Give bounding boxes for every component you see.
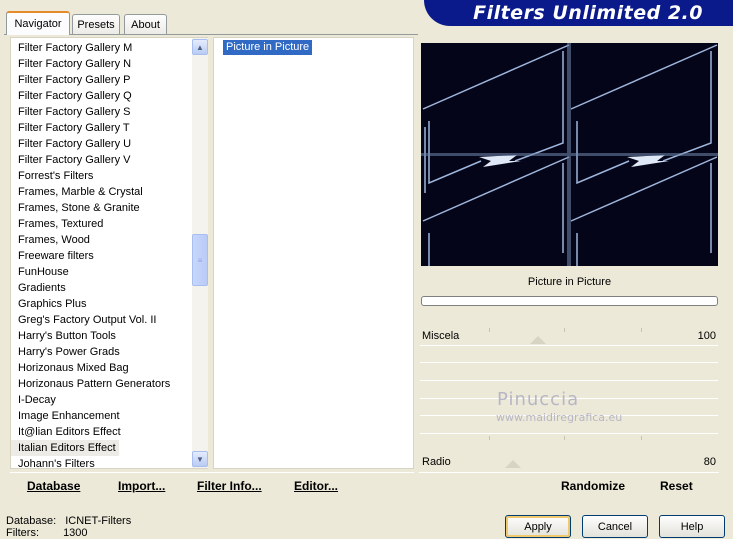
button-label: Database: [27, 479, 81, 493]
chevron-up-icon: ▲: [196, 42, 204, 52]
slider-track: [420, 345, 718, 346]
slider-value: 100: [697, 330, 716, 342]
list-item[interactable]: Harry's Button Tools: [11, 328, 191, 344]
list-item[interactable]: I-Decay: [11, 392, 191, 408]
filter-info-button[interactable]: Filter Info...: [197, 479, 262, 493]
slider-value: 80: [703, 456, 716, 468]
status-database: Database: ICNET-Filters: [6, 515, 131, 527]
list-item[interactable]: Italian Editors Effect: [11, 440, 119, 456]
slider-tick: [489, 436, 490, 440]
slider-knob-miscela[interactable]: [530, 336, 546, 344]
slider-miscela[interactable]: Miscela 100: [422, 328, 716, 344]
randomize-button[interactable]: Randomize: [561, 479, 625, 493]
button-label: Help: [680, 520, 704, 533]
button-label: Apply: [524, 520, 552, 533]
button-label: Editor...: [294, 479, 339, 493]
list-item[interactable]: Filter Factory Gallery T: [11, 120, 191, 136]
button-label: Filter Info...: [197, 479, 262, 493]
cancel-button[interactable]: Cancel: [582, 515, 648, 538]
tab-about[interactable]: About: [124, 14, 167, 34]
tab-presets[interactable]: Presets: [72, 14, 120, 34]
list-item[interactable]: Gradients: [11, 280, 191, 296]
list-item[interactable]: Frames, Textured: [11, 216, 191, 232]
list-item[interactable]: Frames, Stone & Granite: [11, 200, 191, 216]
import-button[interactable]: Import...: [118, 479, 165, 493]
help-button[interactable]: Help: [659, 515, 725, 538]
slider-radio[interactable]: Radio 80: [422, 454, 716, 470]
list-item[interactable]: Graphics Plus: [11, 296, 191, 312]
watermark-subtitle: www.maidiregrafica.eu: [496, 411, 623, 424]
preview-filter-name: Picture in Picture: [527, 276, 612, 288]
scroll-thumb[interactable]: ≡: [192, 234, 208, 286]
list-item[interactable]: Greg's Factory Output Vol. II: [11, 312, 191, 328]
apply-button[interactable]: Apply: [505, 515, 571, 538]
status-label: Filters:: [6, 527, 39, 539]
filter-list-panel: Picture in Picture: [213, 37, 414, 469]
status-value: ICNET-Filters: [65, 515, 132, 527]
list-item[interactable]: It@lian Editors Effect: [11, 424, 191, 440]
list-item[interactable]: Johann's Filters: [11, 456, 191, 468]
category-list-panel: Filter Factory Gallery M Filter Factory G…: [10, 37, 208, 469]
preview-image: [421, 43, 718, 266]
progress-bar: [421, 296, 718, 306]
slider-track: [420, 433, 718, 434]
chevron-down-icon: ▼: [196, 454, 204, 464]
left-toolbar: Database Import... Filter Info... Editor…: [10, 472, 414, 498]
status-filters: Filters: 1300: [6, 527, 88, 539]
slider-tick: [641, 436, 642, 440]
slider-label: Miscela: [422, 330, 460, 342]
scroll-up-button[interactable]: ▲: [192, 39, 208, 55]
list-item[interactable]: Filter Factory Gallery V: [11, 152, 191, 168]
list-item[interactable]: Filter Factory Gallery M: [11, 40, 191, 56]
filter-item-selected[interactable]: Picture in Picture: [223, 40, 313, 55]
button-label: Cancel: [597, 520, 633, 533]
list-item[interactable]: Image Enhancement: [11, 408, 191, 424]
tab-navigator[interactable]: Navigator: [6, 11, 70, 35]
list-item[interactable]: Horizonaus Mixed Bag: [11, 360, 191, 376]
list-item[interactable]: Freeware filters: [11, 248, 191, 264]
list-item[interactable]: Filter Factory Gallery P: [11, 72, 191, 88]
scroll-down-button[interactable]: ▼: [192, 451, 208, 467]
tab-label: Navigator: [14, 18, 62, 30]
app-title: Filters Unlimited 2.0: [473, 2, 703, 24]
list-item[interactable]: Harry's Power Grads: [11, 344, 191, 360]
list-item[interactable]: Filter Factory Gallery U: [11, 136, 191, 152]
slider-track: [420, 362, 718, 363]
list-item[interactable]: Frames, Wood: [11, 232, 191, 248]
category-list[interactable]: Filter Factory Gallery M Filter Factory G…: [11, 38, 191, 468]
list-item[interactable]: Frames, Marble & Crystal: [11, 184, 191, 200]
slider-track: [420, 380, 718, 381]
database-button[interactable]: Database: [27, 479, 80, 493]
watermark-title: Pinuccia: [497, 389, 580, 410]
editor-button[interactable]: Editor...: [294, 479, 338, 493]
title-banner: Filters Unlimited 2.0: [424, 0, 733, 26]
preview-pattern: [421, 43, 718, 266]
right-toolbar: Randomize Reset: [419, 472, 719, 498]
category-scrollbar[interactable]: ▲ ≡ ▼: [192, 38, 208, 468]
list-item[interactable]: Filter Factory Gallery Q: [11, 88, 191, 104]
list-item[interactable]: Horizonaus Pattern Generators: [11, 376, 191, 392]
list-item[interactable]: Filter Factory Gallery S: [11, 104, 191, 120]
button-label: Import...: [118, 479, 166, 493]
grip-icon: ≡: [197, 255, 203, 265]
status-label: Database:: [6, 515, 57, 527]
slider-tick: [564, 436, 565, 440]
tab-label: About: [131, 18, 160, 31]
list-item[interactable]: FunHouse: [11, 264, 191, 280]
tab-label: Presets: [77, 18, 115, 31]
reset-button[interactable]: Reset: [660, 479, 693, 493]
slider-label: Radio: [422, 456, 451, 468]
status-value: 1300: [63, 527, 88, 539]
list-item[interactable]: Filter Factory Gallery N: [11, 56, 191, 72]
list-item[interactable]: Forrest's Filters: [11, 168, 191, 184]
